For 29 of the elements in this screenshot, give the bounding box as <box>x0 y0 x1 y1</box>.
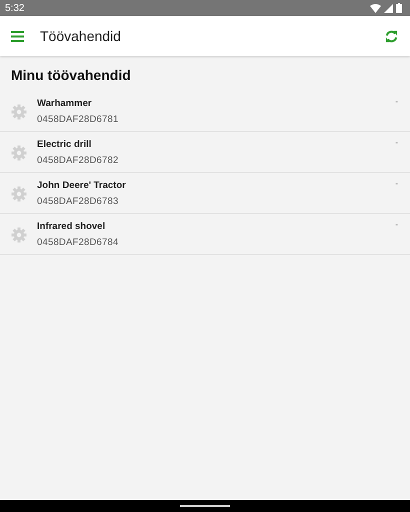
tool-item[interactable]: Infrared shovel 0458DAF28D6784 - <box>0 214 410 255</box>
tool-code: 0458DAF28D6783 <box>37 196 120 207</box>
home-handle[interactable] <box>180 504 230 506</box>
tool-item[interactable]: John Deere' Tractor 0458DAF28D6783 - <box>0 173 410 214</box>
menu-icon[interactable] <box>11 30 24 42</box>
tool-item[interactable]: Electric drill 0458DAF28D6782 - <box>0 132 410 173</box>
tool-status: - <box>395 219 398 229</box>
tool-code: 0458DAF28D6781 <box>37 114 120 125</box>
tool-code: 0458DAF28D6782 <box>37 155 120 166</box>
gear-icon <box>11 227 27 243</box>
battery-icon <box>396 3 402 13</box>
tool-name: Infrared shovel <box>37 221 106 232</box>
status-time: 5:32 <box>5 2 24 14</box>
tool-name: John Deere' Tractor <box>37 180 127 191</box>
tool-item[interactable]: Warhammer 0458DAF28D6781 - <box>0 91 410 132</box>
tool-status: - <box>395 178 398 188</box>
gear-icon <box>11 145 27 161</box>
gear-icon <box>11 104 27 120</box>
refresh-icon[interactable] <box>385 30 398 42</box>
tool-status: - <box>395 96 398 106</box>
tool-code: 0458DAF28D6784 <box>37 237 120 248</box>
tool-status: - <box>395 137 398 147</box>
section-heading: Minu töövahendid <box>10 66 132 85</box>
signal-icon <box>384 4 393 12</box>
tool-name: Warhammer <box>37 98 93 109</box>
wifi-icon <box>370 4 381 12</box>
app-title: Töövahendid <box>40 28 122 44</box>
gear-icon <box>11 186 27 202</box>
tool-name: Electric drill <box>37 139 92 150</box>
